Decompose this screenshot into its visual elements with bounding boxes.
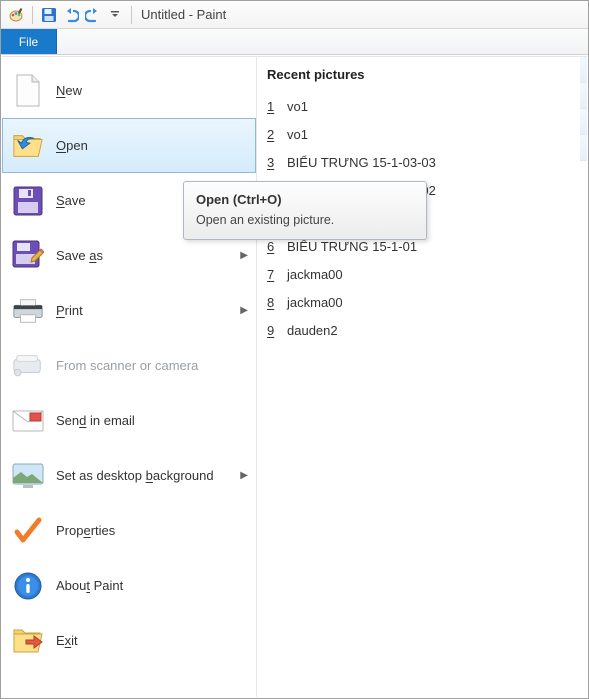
menu-item-send-email[interactable]: Send in email	[2, 393, 256, 448]
qat-redo-icon[interactable]	[84, 6, 102, 24]
recent-item[interactable]: 1 vo1	[267, 92, 575, 120]
new-file-icon	[12, 75, 44, 107]
menu-item-label: Send in email	[56, 413, 256, 428]
desktop-background-icon	[12, 460, 44, 492]
qat-save-icon[interactable]	[40, 6, 58, 24]
recent-pictures-panel: Recent pictures 1 vo1 2 vo1 3 BIỂU TRƯNG 15-1…	[256, 57, 587, 697]
chevron-right-icon: ▶	[240, 470, 248, 481]
separator	[131, 6, 132, 24]
chevron-right-icon: ▶	[240, 305, 248, 316]
menu-item-from-scanner: From scanner or camera	[2, 338, 256, 393]
email-icon	[12, 405, 44, 437]
qat-undo-icon[interactable]	[62, 6, 80, 24]
menu-item-label: Print	[56, 303, 228, 318]
menu-item-label: Properties	[56, 523, 256, 538]
recent-item-number: 3	[267, 155, 277, 170]
save-as-icon	[12, 240, 44, 272]
file-tab-label: File	[19, 35, 38, 49]
tooltip-body: Open an existing picture.	[196, 213, 414, 227]
recent-item-number: 8	[267, 295, 277, 310]
menu-item-open[interactable]: Open	[2, 118, 256, 173]
recent-item-number: 1	[267, 99, 277, 114]
checkmark-icon	[12, 515, 44, 547]
qat-customize-dropdown-icon[interactable]	[106, 6, 124, 24]
recent-item-name: vo1	[287, 127, 308, 142]
recent-item-name: BIỂU TRƯNG 15-1-01	[287, 239, 417, 254]
recent-item-name: BIỂU TRƯNG 15-1-03-03	[287, 155, 436, 170]
menu-item-exit[interactable]: Exit	[2, 613, 256, 668]
recent-item-number: 6	[267, 239, 277, 254]
exit-folder-icon	[12, 625, 44, 657]
menu-item-label: Exit	[56, 633, 256, 648]
file-menu-left-column: New Open Save	[2, 57, 256, 697]
save-icon	[12, 185, 44, 217]
separator	[32, 6, 33, 24]
app-window: Untitled - Paint File New	[0, 0, 589, 699]
info-icon	[12, 570, 44, 602]
recent-item[interactable]: 2 vo1	[267, 120, 575, 148]
scanner-icon	[12, 350, 44, 382]
recent-item-number: 9	[267, 323, 277, 338]
recent-item-name: jackma00	[287, 295, 343, 310]
file-tab[interactable]: File	[1, 29, 57, 54]
recent-pictures-header: Recent pictures	[267, 67, 575, 82]
recent-item[interactable]: 8 jackma00	[267, 288, 575, 316]
recent-item-number: 2	[267, 127, 277, 142]
recent-item[interactable]: 3 BIỂU TRƯNG 15-1-03-03	[267, 148, 575, 176]
recent-item-name: vo1	[287, 99, 308, 114]
app-icon	[7, 6, 25, 24]
menu-item-label: Open	[56, 138, 255, 153]
recent-item-number: 7	[267, 267, 277, 282]
printer-icon	[12, 295, 44, 327]
open-folder-icon	[12, 130, 44, 162]
window-title: Untitled - Paint	[141, 7, 226, 22]
menu-item-set-desktop-background[interactable]: Set as desktop background ▶	[2, 448, 256, 503]
recent-item-name: jackma00	[287, 267, 343, 282]
recent-item-name: dauden2	[287, 323, 338, 338]
recent-item[interactable]: 7 jackma00	[267, 260, 575, 288]
tooltip-title: Open (Ctrl+O)	[196, 192, 414, 207]
menu-item-about[interactable]: About Paint	[2, 558, 256, 613]
open-tooltip: Open (Ctrl+O) Open an existing picture.	[183, 181, 427, 240]
menu-item-label: New	[56, 83, 256, 98]
recent-item[interactable]: 9 dauden2	[267, 316, 575, 344]
menu-item-label: Set as desktop background	[56, 468, 228, 483]
menu-item-label: About Paint	[56, 578, 256, 593]
title-bar: Untitled - Paint	[1, 1, 588, 29]
menu-item-print[interactable]: Print ▶	[2, 283, 256, 338]
chevron-right-icon: ▶	[240, 250, 248, 261]
menu-item-label: Save as	[56, 248, 228, 263]
ribbon-tab-bar: File	[1, 29, 588, 55]
ribbon-peek	[580, 57, 587, 177]
menu-item-label: From scanner or camera	[56, 358, 256, 373]
menu-item-new[interactable]: New	[2, 63, 256, 118]
file-menu-panel: New Open Save	[2, 56, 587, 697]
menu-item-properties[interactable]: Properties	[2, 503, 256, 558]
